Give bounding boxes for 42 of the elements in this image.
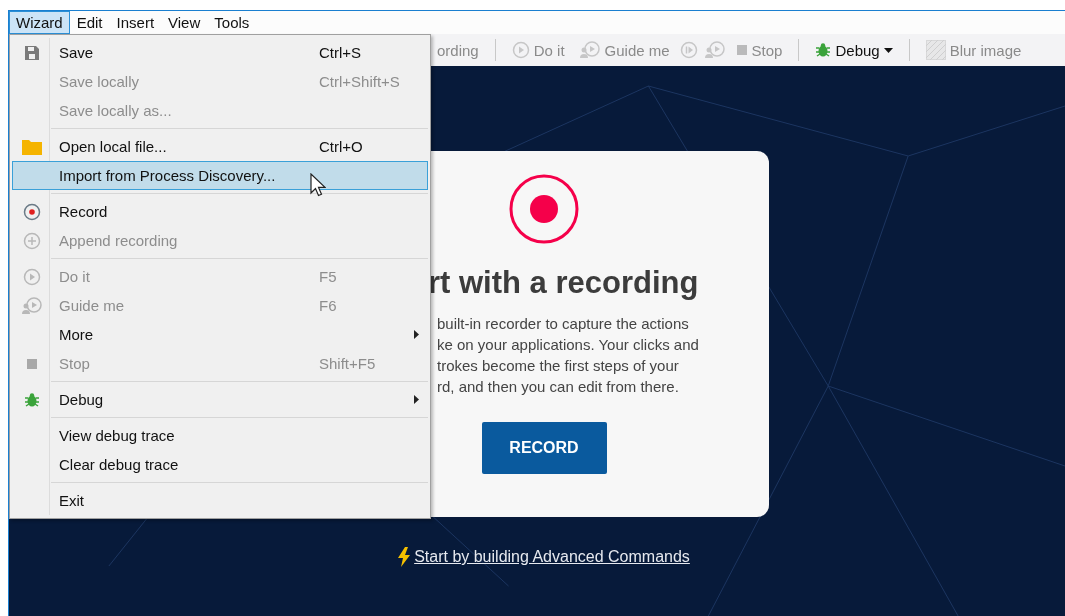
menu-item[interactable]: Record [12,197,428,226]
save-icon [23,43,41,62]
menu-item[interactable]: Clear debug trace [12,450,428,479]
menu-bar-item[interactable]: Edit [69,11,110,34]
menu-item[interactable]: More [12,320,428,349]
record-button[interactable]: RECORD [481,422,607,474]
step-icon [679,41,698,59]
person-play-icon [703,41,726,59]
toolbar-dropdown[interactable]: Debug [811,41,897,59]
submenu-arrow-icon [414,330,419,339]
caret-icon [883,47,893,53]
card-text: ke on your applications. Your clicks and [437,335,699,355]
submenu-arrow-icon [414,395,419,404]
record-icon [508,173,580,245]
plus-circle-icon [23,231,41,250]
menu-item[interactable]: Exit [12,486,428,515]
menu-bar-item[interactable]: Wizard [9,11,70,34]
menu-item[interactable]: Open local file... Ctrl+O [12,132,428,161]
menu-item[interactable]: Debug [12,385,428,414]
menu-bar-item[interactable]: View [161,11,208,34]
record-icon [23,202,41,221]
bug-icon [815,42,832,58]
card-text: rd, and then you can edit from there. [437,377,680,397]
person-play-icon [21,296,43,315]
play-icon [511,41,530,59]
menu-item[interactable]: Import from Process Discovery... [12,161,428,190]
lightning-icon [398,547,411,567]
card-text: trokes become the first steps of your [437,356,680,376]
cursor-icon [310,173,326,197]
menu-bar-item[interactable]: Insert [109,11,162,34]
menu-item[interactable]: Save Ctrl+S [12,38,428,67]
hatched-square-icon [925,40,946,60]
advanced-commands-link[interactable]: Start by building Advanced Commands [414,548,690,566]
menu-item[interactable]: View debug trace [12,421,428,450]
bug-icon [24,391,40,408]
menu-bar-item[interactable]: Tools [207,11,257,34]
folder-icon [21,137,43,156]
person-play-icon [578,41,601,59]
play-icon [23,267,41,286]
stop-icon [26,357,38,370]
card-text: built-in recorder to capture the actions [437,314,690,334]
stop-icon [735,44,748,56]
